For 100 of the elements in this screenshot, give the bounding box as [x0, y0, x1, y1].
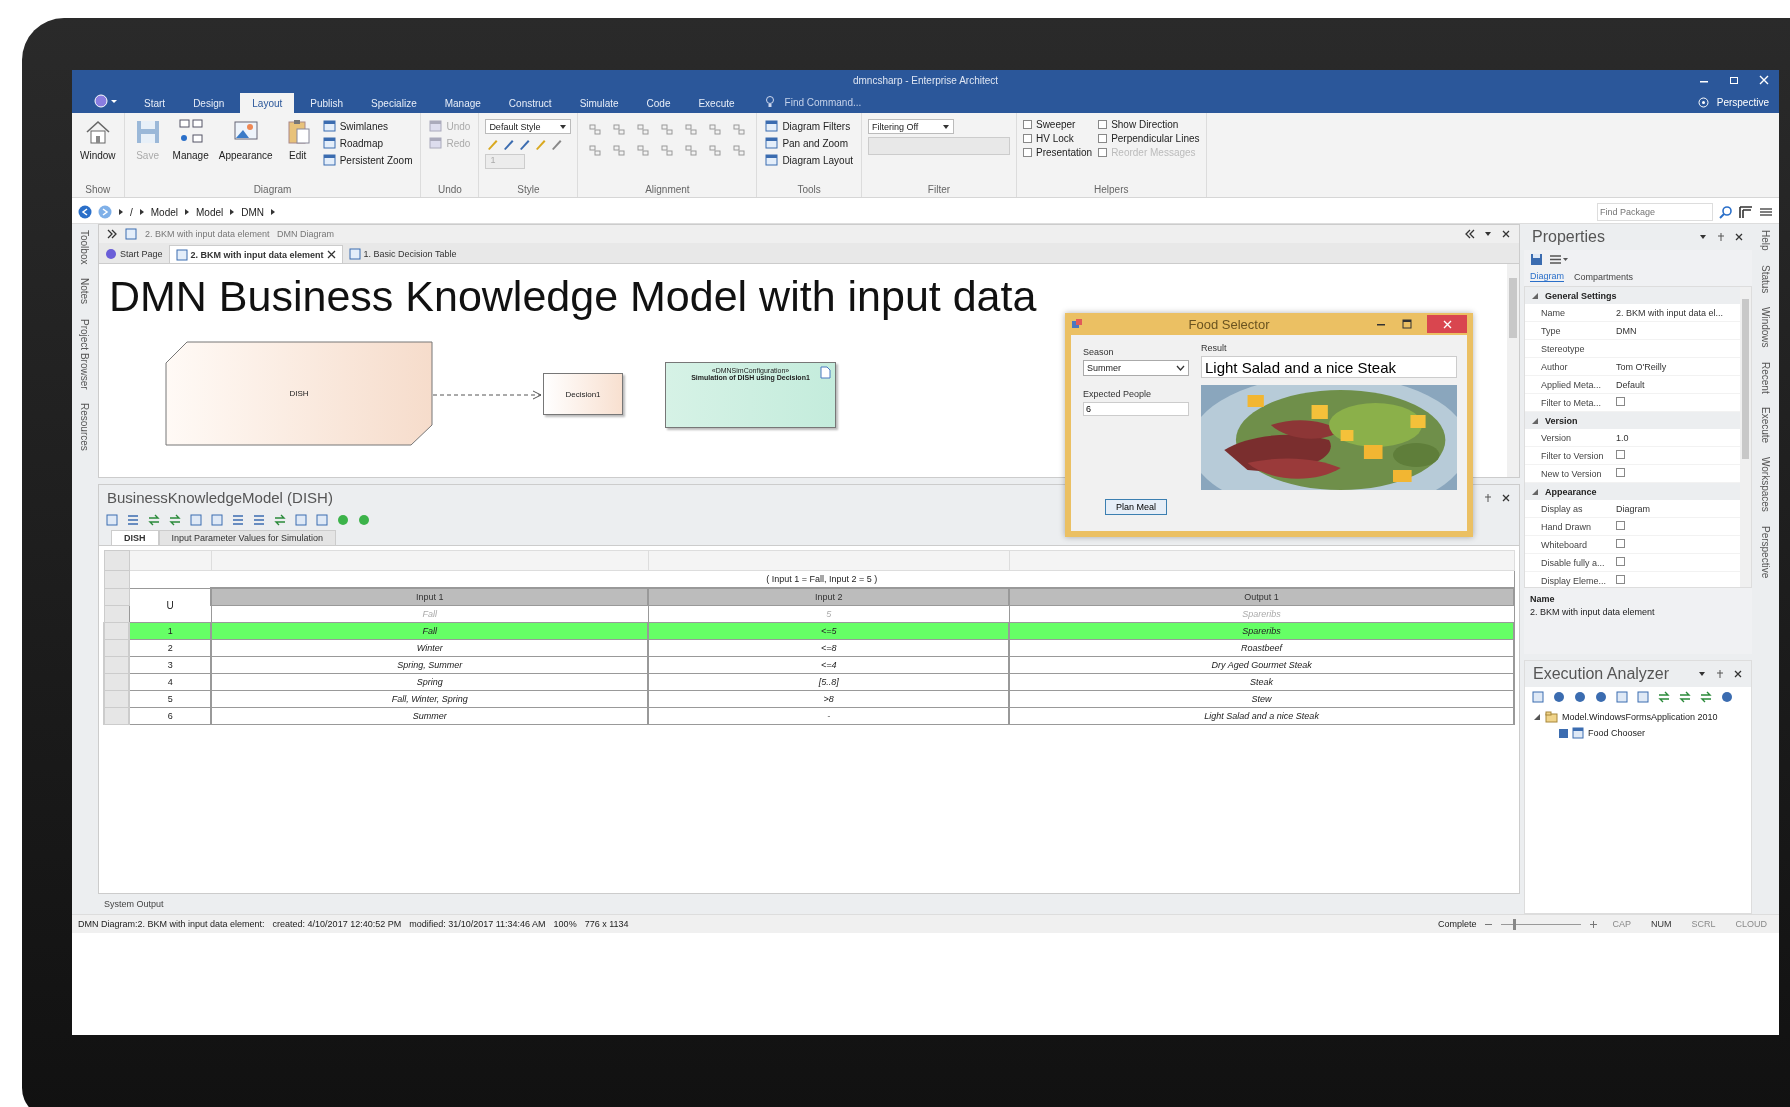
align-icon[interactable] — [612, 144, 627, 157]
close-icon[interactable] — [1733, 669, 1743, 679]
expand-icon[interactable] — [1533, 713, 1541, 721]
ribbon-tab[interactable]: Layout — [240, 93, 295, 113]
ribbon-button[interactable]: Appearance — [216, 117, 275, 161]
collapse-icon[interactable] — [1531, 291, 1539, 300]
result-field[interactable]: Light Salad and a nice Steak — [1201, 356, 1457, 378]
align-icon[interactable] — [636, 123, 651, 136]
rule-row[interactable]: 5 Fall, Winter, Spring >8 Stew — [104, 690, 1514, 708]
side-tab[interactable]: Toolbox — [78, 230, 90, 265]
style-dropdown[interactable]: Filtering Off — [867, 119, 954, 134]
align-icon[interactable] — [708, 123, 723, 136]
breadcrumb-item[interactable]: Model — [196, 206, 224, 218]
close-icon[interactable] — [1501, 229, 1511, 239]
tree-item[interactable]: Food Chooser — [1588, 728, 1646, 738]
pin-icon[interactable] — [1715, 669, 1725, 679]
circle-icon[interactable] — [1720, 690, 1735, 704]
property-checkbox[interactable] — [1616, 557, 1625, 566]
circle-icon[interactable] — [1594, 690, 1609, 704]
ribbon-button[interactable]: Manage — [170, 117, 211, 161]
side-tab[interactable]: Notes — [78, 278, 90, 305]
ribbon-button[interactable]: Diagram Filters — [763, 119, 855, 133]
side-tab[interactable]: Status — [1760, 264, 1771, 293]
breadcrumb-item[interactable]: / — [130, 206, 133, 218]
chevrons-icon[interactable] — [107, 229, 117, 239]
ribbon-button[interactable]: Persistent Zoom — [320, 153, 415, 167]
scrollbar[interactable] — [1740, 287, 1751, 587]
dependency-arrow[interactable] — [433, 390, 543, 400]
ribbon-button[interactable]: Window — [78, 117, 118, 161]
arrows-icon[interactable] — [1657, 690, 1672, 704]
helper-checkbox[interactable]: HV Lock — [1022, 133, 1093, 144]
ribbon-button[interactable]: Roadmap — [320, 136, 415, 150]
plus-icon[interactable] — [1589, 919, 1599, 929]
align-icon[interactable] — [732, 144, 747, 157]
side-tab[interactable]: Project Browser — [78, 318, 90, 390]
align-icon[interactable] — [684, 144, 699, 157]
property-checkbox[interactable] — [1616, 575, 1625, 584]
close-button[interactable] — [1427, 315, 1467, 333]
maximize-icon[interactable] — [1401, 318, 1413, 330]
pen-icon[interactable] — [485, 137, 500, 151]
filter-icon[interactable] — [1739, 205, 1753, 219]
close-icon[interactable] — [326, 250, 336, 259]
side-tab[interactable]: Execute — [1760, 407, 1771, 444]
zoom-slider[interactable] — [1513, 918, 1517, 930]
ribbon-tab[interactable]: Execute — [686, 93, 747, 113]
ribbon-tab[interactable]: Start — [132, 93, 178, 113]
rule-row[interactable]: 3 Spring, Summer <=4 Dry Aged Gourmet Steak — [104, 656, 1514, 674]
find-command-field[interactable]: Find Command... — [784, 97, 862, 108]
helper-checkbox[interactable]: Sweeper — [1022, 119, 1093, 130]
document-tab[interactable]: 2. BKM with input data element — [168, 245, 343, 263]
align-icon[interactable] — [588, 123, 603, 136]
side-tab[interactable]: Resources — [78, 403, 90, 451]
pen-icon[interactable] — [549, 137, 564, 151]
ribbon-tab[interactable]: Publish — [298, 93, 356, 113]
side-tab[interactable]: Recent — [1760, 361, 1771, 394]
align-icon[interactable] — [708, 144, 723, 157]
side-tab[interactable]: Workspaces — [1760, 457, 1771, 513]
back-icon[interactable] — [78, 205, 92, 219]
square-icon[interactable] — [1636, 690, 1651, 704]
plan-meal-button[interactable]: Plan Meal — [1105, 499, 1167, 515]
ribbon-button[interactable]: Edit — [280, 117, 315, 161]
ribbon-tab[interactable]: Simulate — [567, 93, 631, 113]
find-package-field[interactable]: Find Package — [1597, 203, 1713, 221]
filter-field[interactable] — [867, 137, 1010, 155]
forward-icon[interactable] — [98, 205, 112, 219]
document-tab[interactable]: 1. Basic Decision Table — [342, 245, 463, 263]
list-icon[interactable] — [1549, 253, 1569, 266]
square-icon[interactable] — [294, 513, 310, 527]
table-tab[interactable]: DISH — [111, 530, 159, 545]
pen-icon[interactable] — [501, 137, 516, 151]
tree-item[interactable]: Model.WindowsFormsApplication 2010 — [1562, 712, 1718, 722]
pin-icon[interactable] — [1483, 492, 1493, 503]
ribbon-tab[interactable]: Design — [181, 93, 237, 113]
helper-checkbox[interactable]: Show Direction — [1098, 119, 1200, 130]
document-tab[interactable]: Start Page — [99, 245, 169, 263]
scrollbar[interactable] — [1507, 264, 1519, 477]
rule-row[interactable]: 2 Winter <=8 Roastbeef — [104, 639, 1514, 657]
ribbon-tab[interactable]: Manage — [432, 93, 493, 113]
output-tab[interactable]: System Output — [104, 899, 164, 909]
rule-row[interactable]: 6 Summer - Light Salad and a nice Steak — [104, 707, 1514, 725]
collapse-icon[interactable] — [1531, 416, 1539, 425]
align-icon[interactable] — [660, 144, 675, 157]
square-icon[interactable] — [1615, 690, 1630, 704]
align-icon[interactable] — [732, 123, 747, 136]
property-checkbox[interactable] — [1616, 468, 1625, 477]
helper-checkbox[interactable]: Presentation — [1022, 147, 1093, 158]
arrows-icon[interactable] — [1678, 690, 1693, 704]
search-icon[interactable] — [1719, 205, 1733, 219]
tree-checkbox[interactable] — [1559, 728, 1568, 738]
ribbon-button[interactable]: Swimlanes — [320, 119, 415, 133]
menu-icon[interactable] — [1759, 205, 1773, 219]
align-icon[interactable] — [684, 123, 699, 136]
square-icon[interactable] — [210, 513, 226, 527]
rule-row[interactable]: 4 Spring [5..8] Steak — [104, 673, 1514, 691]
app-menu-icon[interactable] — [94, 94, 118, 108]
save-icon[interactable] — [1530, 253, 1543, 266]
ribbon-button[interactable]: Diagram Layout — [763, 153, 855, 167]
properties-tab[interactable]: Diagram — [1530, 271, 1564, 282]
restore-icon[interactable] — [1729, 75, 1739, 85]
style-dropdown[interactable]: Default Style — [485, 119, 572, 134]
